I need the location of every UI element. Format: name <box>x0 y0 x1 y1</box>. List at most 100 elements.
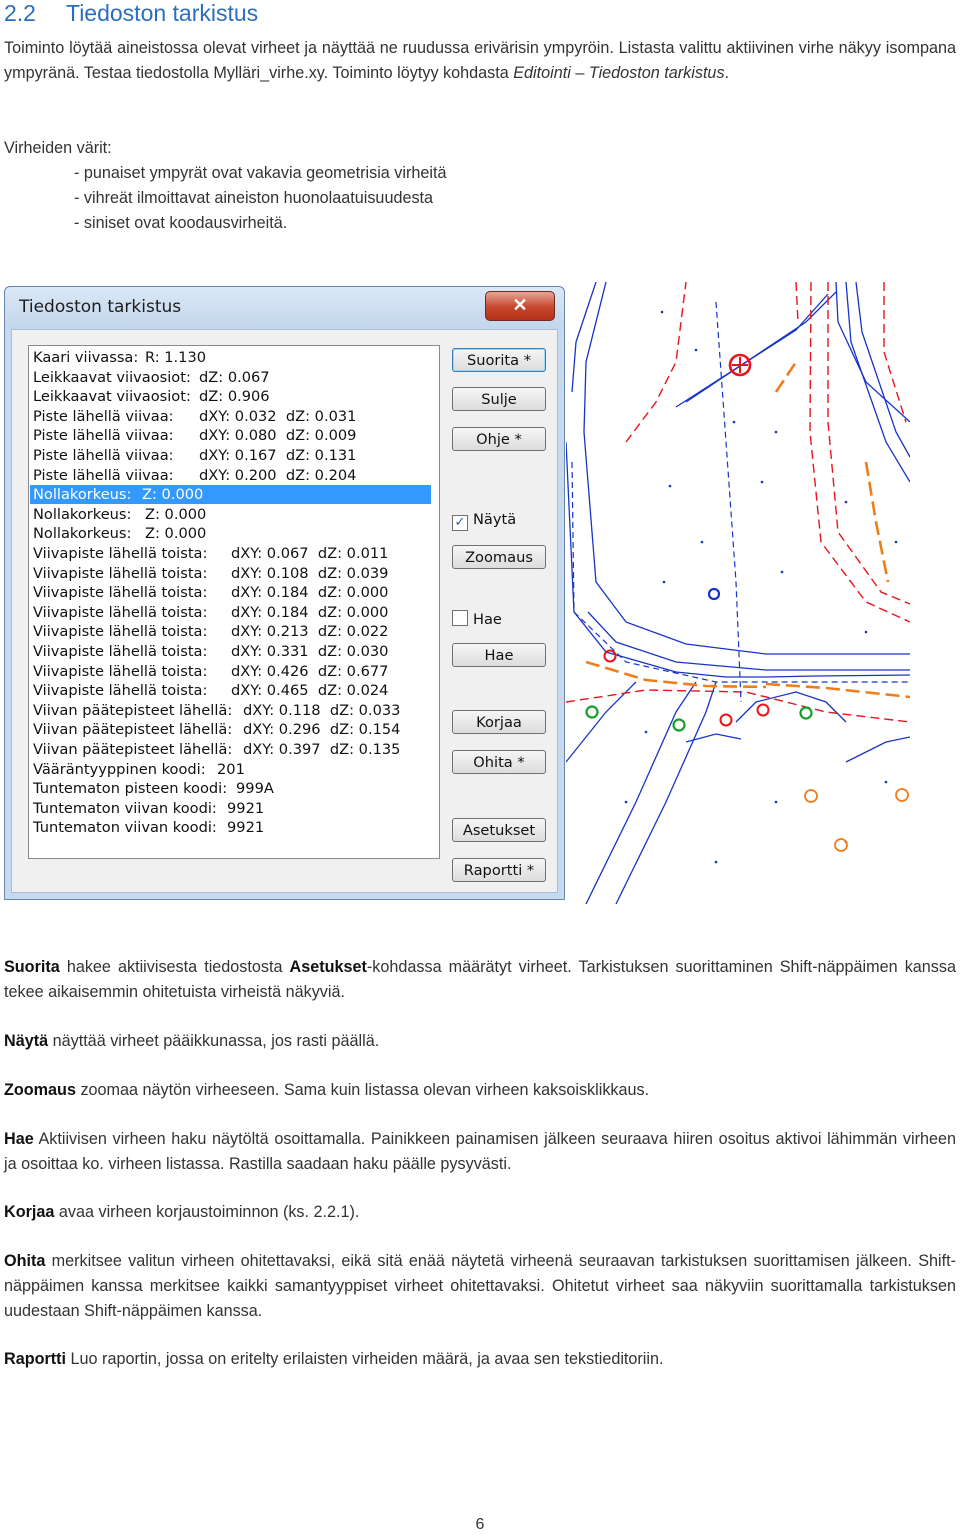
asetukset-button[interactable]: Asetukset <box>452 818 546 842</box>
error-type-label: Leikkaavat viivaosiot: <box>33 388 191 406</box>
desc-hae: Hae Aktiivisen virheen haku näytöltä oso… <box>4 1127 956 1177</box>
error-type-label: Tuntematon viivan koodi: <box>33 799 217 817</box>
error-list-item[interactable]: Piste lähellä viivaa: dXY: 0.200 dZ: 0.20… <box>33 466 356 485</box>
colors-label: Virheiden värit: <box>4 139 112 157</box>
error-type-label: Viivan päätepisteet lähellä: <box>33 741 233 758</box>
red-error-marker <box>719 713 733 727</box>
error-list-item[interactable]: Viivapiste lähellä toista: dXY: 0.108 dZ:… <box>33 564 388 583</box>
error-list-item[interactable]: Viivapiste lähellä toista: dXY: 0.465 dZ:… <box>33 681 388 700</box>
error-list-item[interactable]: Viivapiste lähellä toista: dXY: 0.184 dZ:… <box>33 583 388 602</box>
error-list-item[interactable]: Vääräntyyppinen koodi: 201 <box>33 760 245 779</box>
orange-error-marker <box>834 838 848 852</box>
red-dashed-lines <box>566 282 910 723</box>
error-value: 201 <box>217 760 245 778</box>
zoomaus-button[interactable]: Zoomaus <box>452 545 546 569</box>
error-list-item[interactable]: Tuntematon viivan koodi: 9921 <box>33 799 264 818</box>
error-list-item[interactable]: Viivan päätepisteet lähellä: dXY: 0.296 d… <box>33 720 400 739</box>
error-list-item[interactable]: Viivapiste lähellä toista: dXY: 0.331 dZ:… <box>33 642 388 661</box>
term-korjaa: Korjaa <box>4 1203 55 1221</box>
error-type-label: Viivan päätepisteet lähellä: <box>33 701 233 719</box>
error-type-label: Viivapiste lähellä toista: <box>33 682 208 700</box>
error-type-label: Piste lähellä viivaa: <box>33 407 174 425</box>
error-value: dXY: 0.331 dZ: 0.030 <box>231 643 389 660</box>
error-list-item[interactable]: Piste lähellä viivaa: dXY: 0.080 dZ: 0.00… <box>33 426 356 445</box>
error-list-item[interactable]: Viivan päätepisteet lähellä: dXY: 0.397 d… <box>33 740 400 759</box>
desc-ohita-text: merkitsee valitun virheen ohitettavaksi,… <box>4 1252 956 1320</box>
error-list-item[interactable]: Nollakorkeus: Z: 0.000 <box>33 524 206 543</box>
error-value: Z: 0.000 <box>145 525 207 543</box>
error-list-item[interactable]: Nollakorkeus: Z: 0.000 <box>33 505 206 524</box>
error-value: dXY: 0.118 dZ: 0.033 <box>243 701 401 719</box>
orange-lines <box>585 361 910 699</box>
term-zoomaus: Zoomaus <box>4 1081 76 1099</box>
intro-end: . <box>724 64 730 82</box>
desc-hae-text: Aktiivisen virheen haku näytöltä osoitta… <box>4 1130 956 1173</box>
nayta-checkbox[interactable]: ✓ Näytä <box>452 511 516 531</box>
error-value: dXY: 0.397 dZ: 0.135 <box>243 741 401 758</box>
term-ohita: Ohita <box>4 1252 46 1270</box>
error-type-label: Viivapiste lähellä toista: <box>33 545 208 562</box>
error-type-label: Leikkaavat viivaosiot: <box>33 368 191 386</box>
error-list-item[interactable]: Viivapiste lähellä toista: dXY: 0.426 dZ:… <box>33 662 388 681</box>
error-list-item[interactable]: Viivapiste lähellä toista: dXY: 0.213 dZ:… <box>33 622 388 641</box>
error-type-label: Viivapiste lähellä toista: <box>33 584 208 602</box>
error-list-item[interactable]: Piste lähellä viivaa: dXY: 0.167 dZ: 0.13… <box>33 446 356 465</box>
error-list-item[interactable]: Piste lähellä viivaa: dXY: 0.032 dZ: 0.03… <box>33 407 356 426</box>
error-type-label: Viivapiste lähellä toista: <box>33 643 208 660</box>
hae-button[interactable]: Hae <box>452 643 546 667</box>
error-value: dXY: 0.167 dZ: 0.131 <box>199 447 357 464</box>
error-value: dXY: 0.213 dZ: 0.022 <box>231 623 389 641</box>
ohje-button[interactable]: Ohje * <box>452 427 546 451</box>
map-view[interactable] <box>566 282 910 904</box>
desc-raportti-text: Luo raportin, jossa on eritelty erilaist… <box>66 1350 664 1368</box>
error-value: dZ: 0.906 <box>199 388 270 406</box>
sulje-button[interactable]: Sulje <box>452 387 546 411</box>
error-list-item[interactable]: Leikkaavat viivaosiot: dZ: 0.067 <box>33 368 270 387</box>
nayta-check-icon: ✓ <box>452 515 468 531</box>
suorita-button[interactable]: Suorita * <box>452 348 546 372</box>
error-type-label: Viivapiste lähellä toista: <box>33 603 208 621</box>
error-value: Z: 0.000 <box>142 486 204 504</box>
error-list-item[interactable]: Tuntematon viivan koodi: 9921 <box>33 818 264 837</box>
desc-suorita: Suorita hakee aktiivisesta tiedostosta A… <box>4 955 956 1005</box>
error-type-label: Vääräntyyppinen koodi: <box>33 760 206 778</box>
error-list-item[interactable]: Viivapiste lähellä toista: dXY: 0.184 dZ:… <box>33 603 388 622</box>
hae-check-icon <box>452 610 468 626</box>
error-type-label: Viivapiste lähellä toista: <box>33 623 208 641</box>
section-title: Tiedoston tarkistus <box>66 0 259 26</box>
red-error-marker <box>756 703 770 717</box>
error-list[interactable]: Kaari viivassa: R: 1.130 Leikkaavat viivao… <box>28 345 440 859</box>
error-list-item[interactable]: Leikkaavat viivaosiot: dZ: 0.906 <box>33 387 270 406</box>
green-error-marker <box>585 705 599 719</box>
error-value: dXY: 0.426 dZ: 0.677 <box>231 662 389 680</box>
error-type-label: Kaari viivassa: <box>33 349 139 366</box>
error-list-item[interactable]: Viivapiste lähellä toista: dXY: 0.067 dZ:… <box>33 544 388 563</box>
error-value: dZ: 0.067 <box>199 368 270 386</box>
error-value: dXY: 0.465 dZ: 0.024 <box>231 682 389 700</box>
error-list-item[interactable]: Nollakorkeus: Z: 0.000 <box>30 485 431 505</box>
desc-korjaa: Korjaa avaa virheen korjaustoiminnon (ks… <box>4 1200 956 1225</box>
blue-error-marker <box>707 587 721 601</box>
error-list-item[interactable]: Kaari viivassa: R: 1.130 <box>33 348 206 367</box>
error-type-label: Tuntematon viivan koodi: <box>33 819 217 837</box>
green-error-marker <box>799 706 813 720</box>
hae-checkbox[interactable]: Hae <box>452 610 502 628</box>
screenshot-figure: Tiedoston tarkistus ✕ Kaari viivassa: R: … <box>4 282 910 904</box>
raportti-button[interactable]: Raportti * <box>452 858 546 882</box>
desc-nayta-text: näyttää virheet pääikkunassa, jos rasti … <box>48 1032 380 1050</box>
desc-zoomaus-text: zoomaa näytön virheeseen. Sama kuin list… <box>75 1081 650 1099</box>
desc-raportti: Raportti Luo raportin, jossa on eritelty… <box>4 1347 956 1372</box>
dialog-titlebar[interactable]: Tiedoston tarkistus ✕ <box>5 287 564 329</box>
color-bullet-blue: - siniset ovat koodausvirheitä. <box>74 214 288 232</box>
ohita-button[interactable]: Ohita * <box>452 750 546 774</box>
close-icon: ✕ <box>512 295 528 315</box>
error-list-item[interactable]: Tuntematon pisteen koodi: 999A <box>33 779 274 798</box>
error-type-label: Viivapiste lähellä toista: <box>33 564 208 582</box>
active-error-cross <box>732 357 748 373</box>
error-type-label: Nollakorkeus: <box>33 525 132 543</box>
page-number: 6 <box>475 1516 485 1533</box>
error-list-item[interactable]: Viivan päätepisteet lähellä: dXY: 0.118 d… <box>33 701 400 720</box>
error-type-label: Tuntematon pisteen koodi: <box>33 780 228 798</box>
korjaa-button[interactable]: Korjaa <box>452 710 546 734</box>
close-button[interactable]: ✕ <box>485 291 555 321</box>
